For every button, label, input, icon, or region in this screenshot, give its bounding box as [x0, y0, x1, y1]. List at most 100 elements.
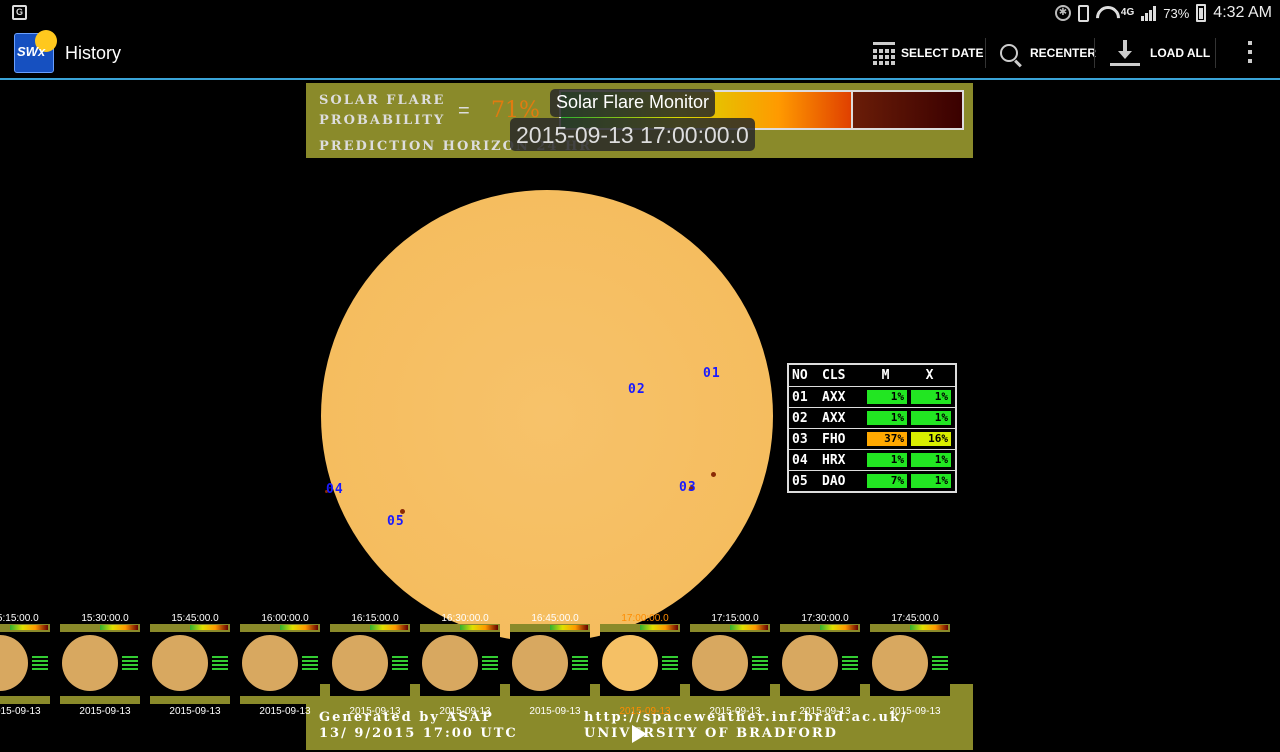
timeline-frame[interactable]: 17:45:00.0 2015-09-13	[870, 610, 960, 720]
frame-time: 17:45:00.0	[891, 613, 939, 624]
frame-date: 2015-09-13	[0, 706, 41, 717]
download-icon	[1110, 40, 1140, 66]
frame-thumbnail[interactable]	[240, 624, 320, 704]
overflow-menu-icon[interactable]	[1248, 41, 1252, 63]
table-row: 05 DAO 7% 1%	[789, 470, 955, 491]
region-table: NO CLS M X 01 AXX 1% 1% 02 AXX 1% 1% 03 …	[787, 363, 957, 493]
battery-percent: 73%	[1163, 5, 1190, 21]
frame-date: 2015-09-13	[709, 706, 761, 717]
frame-date: 2015-09-13	[169, 706, 221, 717]
table-row: 04 HRX 1% 1%	[789, 449, 955, 470]
frame-time: 16:45:00.0	[531, 613, 579, 624]
col-x: X	[925, 367, 934, 383]
logo-text: SWx	[17, 44, 46, 59]
cell-cls: AXX	[822, 389, 846, 405]
frame-date: 2015-09-13	[529, 706, 581, 717]
action-bar: SWx History SELECT DATE RECENTER LOAD AL…	[0, 25, 1280, 80]
frame-thumbnail[interactable]	[60, 624, 140, 704]
timeline-strip[interactable]: 15:15:00.0 2015-09-13 15:30:00.0 2015-09-13…	[0, 610, 1280, 720]
monitor-title-tooltip: Solar Flare Monitor	[550, 89, 716, 117]
frame-time: 16:30:00.0	[441, 613, 489, 624]
frame-time: 15:30:00.0	[81, 613, 129, 624]
col-no: NO	[792, 368, 808, 383]
frame-date: 2015-09-13	[259, 706, 311, 717]
cell-m: 1%	[867, 453, 907, 467]
calendar-icon	[873, 42, 895, 65]
frame-time: 17:30:00.0	[801, 613, 849, 624]
col-cls: CLS	[822, 368, 846, 383]
frame-time: 15:45:00.0	[171, 613, 219, 624]
cell-no: 01	[792, 389, 808, 405]
frame-thumbnail[interactable]	[150, 624, 230, 704]
region-label-05: 05	[387, 514, 405, 529]
load-all-button[interactable]: LOAD ALL	[1110, 35, 1210, 71]
frame-date: 2015-09-13	[799, 706, 851, 717]
status-bar: G ✱ 4G 73% 4:32 AM	[0, 0, 1280, 25]
frame-date: 2015-09-13	[889, 706, 941, 717]
divider	[1215, 38, 1216, 68]
select-date-label: SELECT DATE	[901, 46, 984, 60]
region-label-02: 02	[628, 382, 646, 397]
timeline-frame[interactable]: 17:15:00.0 2015-09-13	[690, 610, 780, 720]
cell-cls: FHO	[822, 431, 846, 447]
cell-cls: AXX	[822, 410, 846, 426]
frame-thumbnail[interactable]	[0, 624, 50, 704]
frame-time: 17:00:00.0	[621, 613, 669, 624]
divider	[1094, 38, 1095, 68]
cell-x: 1%	[911, 474, 951, 488]
cell-x: 1%	[911, 453, 951, 467]
select-date-button[interactable]: SELECT DATE	[873, 35, 983, 71]
region-label-01: 01	[703, 366, 721, 381]
zoom-icon	[1000, 44, 1018, 62]
frame-thumbnail[interactable]	[690, 624, 770, 704]
app-logo[interactable]: SWx	[14, 30, 57, 73]
timeline-frame[interactable]: 16:15:00.0 2015-09-13	[330, 610, 420, 720]
monitor-date-tooltip: 2015-09-13 17:00:00.0	[510, 118, 755, 151]
col-m: M	[881, 367, 890, 383]
frame-thumbnail[interactable]	[600, 624, 680, 704]
cell-m: 1%	[867, 411, 907, 425]
frame-thumbnail[interactable]	[870, 624, 950, 704]
frame-thumbnail[interactable]	[510, 624, 590, 704]
clock: 4:32 AM	[1213, 4, 1272, 21]
frame-time: 16:00:00.0	[261, 613, 309, 624]
timeline-frame[interactable]: 17:30:00.0 2015-09-13	[780, 610, 870, 720]
timeline-frame[interactable]: 16:45:00.0 2015-09-13	[510, 610, 600, 720]
timeline-frame[interactable]: 15:30:00.0 2015-09-13	[60, 610, 150, 720]
cell-no: 03	[792, 431, 808, 447]
cell-m: 37%	[867, 432, 907, 446]
sun-image[interactable]	[321, 190, 773, 642]
table-row: 01 AXX 1% 1%	[789, 386, 955, 407]
signal-icon	[1141, 5, 1157, 21]
footer-datetime: 13/ 9/2015 17:00 UTC	[319, 726, 518, 741]
cell-no: 02	[792, 410, 808, 426]
cell-m: 7%	[867, 474, 907, 488]
sunspot	[711, 472, 716, 477]
recenter-label: RECENTER	[1030, 46, 1097, 60]
battery-icon	[1196, 4, 1207, 22]
divider	[985, 38, 986, 68]
timeline-frame[interactable]: 16:00:00.0 2015-09-13	[240, 610, 330, 720]
lte-icon: 4G	[1120, 7, 1135, 18]
recenter-button[interactable]: RECENTER	[1000, 35, 1096, 71]
cell-x: 16%	[911, 432, 951, 446]
frame-time: 15:15:00.0	[0, 613, 39, 624]
frame-thumbnail[interactable]	[420, 624, 500, 704]
play-icon[interactable]	[632, 725, 647, 743]
timeline-frame[interactable]: 15:15:00.0 2015-09-13	[0, 610, 60, 720]
cell-no: 05	[792, 473, 808, 489]
timeline-frame[interactable]: 17:00:00.0 2015-09-13	[600, 610, 690, 720]
table-row: 03 FHO 37% 16%	[789, 428, 955, 449]
timeline-frame[interactable]: 16:30:00.0 2015-09-13	[420, 610, 510, 720]
status-icons: ✱ 4G 73% 4:32 AM	[1054, 2, 1272, 24]
timeline-frame[interactable]: 15:45:00.0 2015-09-13	[150, 610, 240, 720]
bluetooth-icon: ✱	[1054, 5, 1071, 21]
cell-x: 1%	[911, 390, 951, 404]
frame-date: 2015-09-13	[79, 706, 131, 717]
region-label-03: 03	[679, 480, 697, 495]
cell-cls: DAO	[822, 473, 846, 489]
cell-x: 1%	[911, 411, 951, 425]
prob-label-2: PROBABILITY	[319, 113, 446, 128]
frame-thumbnail[interactable]	[330, 624, 410, 704]
frame-thumbnail[interactable]	[780, 624, 860, 704]
